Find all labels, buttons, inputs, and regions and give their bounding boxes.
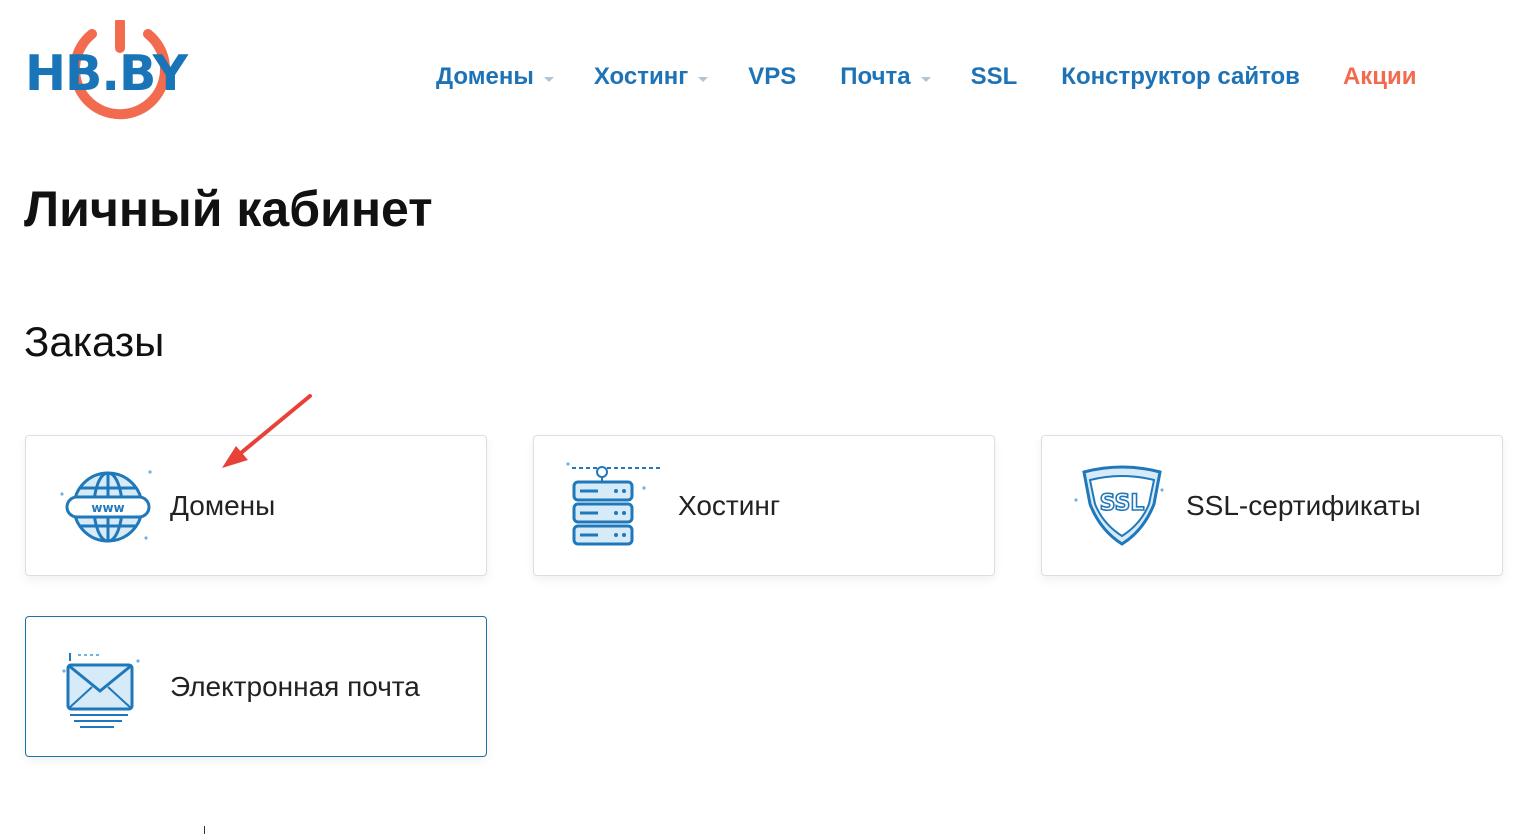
nav-ssl-label: SSL bbox=[970, 63, 1018, 90]
svg-text:SSL: SSL bbox=[1100, 491, 1145, 516]
order-card-email-label: Электронная почта bbox=[170, 670, 420, 702]
nav-vps-label: VPS bbox=[748, 63, 797, 90]
nav-hosting[interactable]: Хостинг bbox=[593, 63, 709, 91]
server-rack-icon bbox=[564, 460, 664, 550]
globe-www-icon: www bbox=[56, 460, 156, 550]
chevron-down-icon bbox=[543, 76, 554, 82]
nav-promotions[interactable]: Акции bbox=[1343, 63, 1417, 91]
logo-text: HB.BY bbox=[25, 45, 188, 102]
main-nav: Домены Хостинг VPS Почта SSL Конструктор… bbox=[436, 58, 1528, 96]
svg-text:www: www bbox=[91, 501, 124, 515]
order-card-hosting-label: Хостинг bbox=[678, 489, 781, 521]
page: HB.BY Домены Хостинг VPS Почта SSL Конст… bbox=[0, 0, 1528, 834]
chevron-down-icon bbox=[698, 76, 709, 82]
nav-mail-label: Почта bbox=[840, 63, 911, 90]
nav-promotions-label: Акции bbox=[1342, 63, 1417, 90]
nav-mail[interactable]: Почта bbox=[840, 63, 931, 91]
order-card-hosting[interactable]: Хостинг bbox=[533, 435, 995, 576]
nav-ssl[interactable]: SSL bbox=[971, 63, 1018, 91]
nav-domains-label: Домены bbox=[436, 63, 534, 90]
site-logo[interactable]: HB.BY bbox=[24, 20, 216, 132]
chevron-down-icon bbox=[920, 76, 931, 82]
ssl-shield-icon: SSL bbox=[1072, 460, 1172, 550]
order-card-ssl-label: SSL-сертификаты bbox=[1186, 489, 1421, 521]
text-cursor-mark bbox=[204, 826, 205, 834]
section-title-orders: Заказы bbox=[24, 318, 165, 365]
nav-site-builder-label: Конструктор сайтов bbox=[1061, 63, 1300, 90]
page-title: Личный кабинет bbox=[24, 181, 433, 237]
envelope-icon bbox=[56, 641, 156, 731]
nav-vps[interactable]: VPS bbox=[748, 63, 796, 91]
red-arrow-icon bbox=[214, 390, 318, 474]
nav-domains[interactable]: Домены bbox=[436, 63, 554, 91]
nav-hosting-label: Хостинг bbox=[593, 63, 689, 90]
order-card-email[interactable]: Электронная почта bbox=[25, 616, 487, 757]
nav-site-builder[interactable]: Конструктор сайтов bbox=[1061, 63, 1300, 91]
order-card-domains-label: Домены bbox=[170, 489, 276, 521]
order-card-ssl[interactable]: SSL SSL-сертификаты bbox=[1041, 435, 1503, 576]
